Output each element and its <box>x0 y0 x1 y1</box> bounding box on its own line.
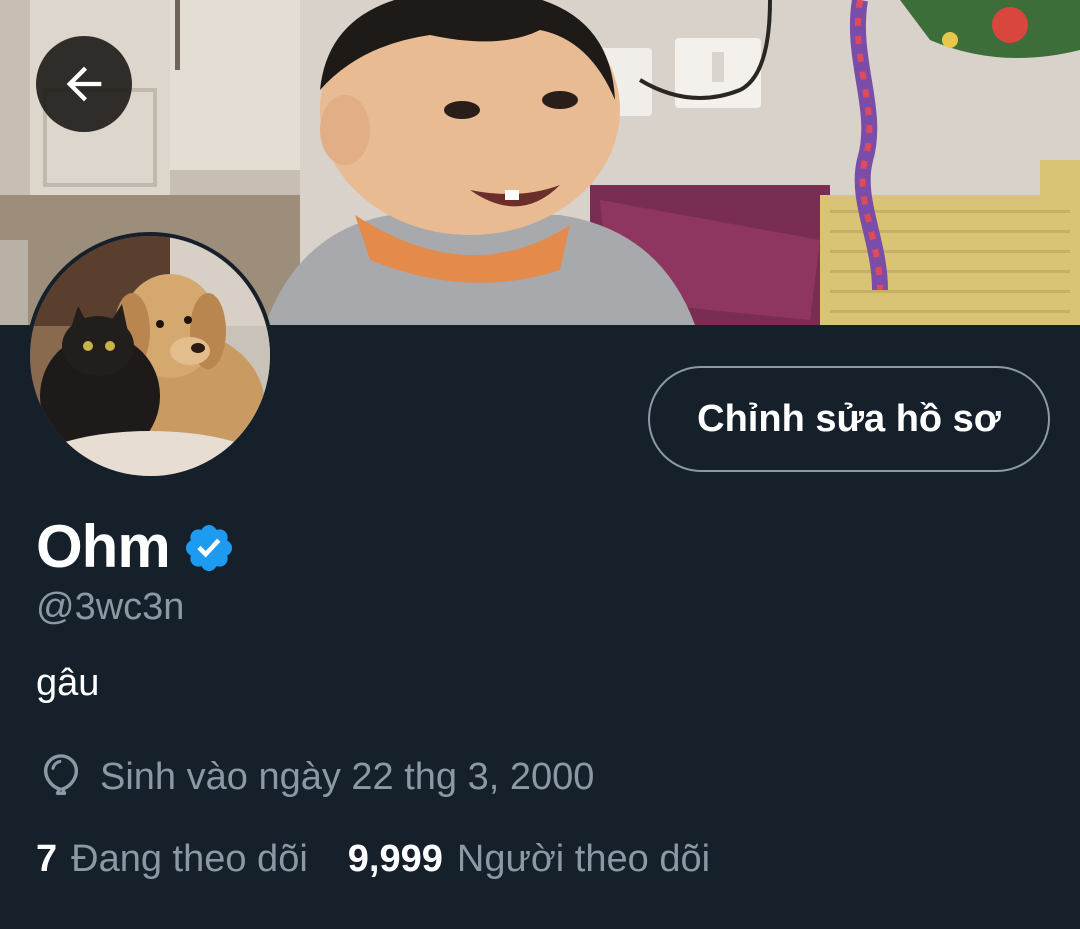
display-name-row: Ohm <box>36 508 236 584</box>
user-handle: @3wc3n <box>36 586 185 628</box>
avatar-illustration <box>30 236 270 476</box>
birthday-text: Sinh vào ngày 22 thg 3, 2000 <box>100 755 595 798</box>
arrow-left-icon <box>66 66 102 102</box>
followers-count: 9,999 <box>347 838 443 880</box>
balloon-icon <box>43 754 79 796</box>
following-link[interactable]: 7 Đang theo dõi <box>36 838 308 881</box>
back-button[interactable] <box>36 36 132 132</box>
follow-stats: 7 Đang theo dõi 9,999 Người theo dõi <box>36 838 710 881</box>
user-bio: gâu <box>36 662 100 704</box>
following-label: Đang theo dõi <box>71 838 308 880</box>
edit-profile-label: Chỉnh sửa hồ sơ <box>697 397 1001 440</box>
birthday-row: Sinh vào ngày 22 thg 3, 2000 <box>38 752 594 802</box>
edit-profile-button[interactable]: Chỉnh sửa hồ sơ <box>648 366 1050 472</box>
display-name: Ohm <box>36 512 171 580</box>
profile-screen: Chỉnh sửa hồ sơ Ohm @3wc3n gâu Sinh vào … <box>0 0 1080 929</box>
avatar-image <box>30 236 270 476</box>
followers-link[interactable]: 9,999 Người theo dõi <box>348 838 710 881</box>
verified-badge-icon <box>185 524 232 572</box>
avatar[interactable] <box>26 232 274 480</box>
following-count: 7 <box>36 838 58 880</box>
followers-label: Người theo dõi <box>456 838 711 880</box>
